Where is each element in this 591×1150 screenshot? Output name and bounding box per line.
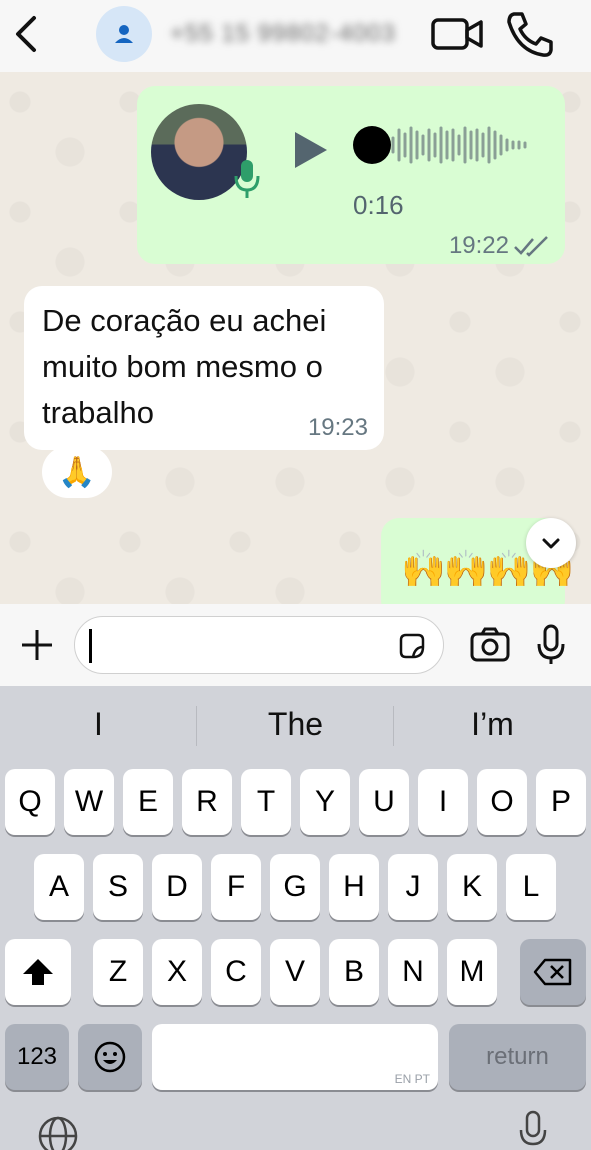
microphone-icon bbox=[234, 160, 260, 198]
key-f[interactable]: F bbox=[211, 854, 261, 920]
key-n[interactable]: N bbox=[388, 939, 438, 1005]
key-j[interactable]: J bbox=[388, 854, 438, 920]
audio-seek-handle[interactable] bbox=[353, 126, 391, 164]
key-d[interactable]: D bbox=[152, 854, 202, 920]
globe-icon[interactable] bbox=[36, 1114, 80, 1150]
shift-key[interactable] bbox=[5, 939, 71, 1005]
emoji-face-icon bbox=[94, 1041, 126, 1073]
key-q[interactable]: Q bbox=[5, 769, 55, 835]
key-u[interactable]: U bbox=[359, 769, 409, 835]
message-time: 19:23 bbox=[307, 414, 368, 441]
profile-person-icon bbox=[115, 25, 133, 43]
chat-header: +55 15 99802-4003 bbox=[0, 0, 591, 72]
key-k[interactable]: K bbox=[447, 854, 497, 920]
audio-waveform[interactable] bbox=[387, 122, 537, 168]
double-check-icon bbox=[514, 236, 548, 257]
play-icon[interactable] bbox=[291, 128, 331, 172]
suggestion-3[interactable]: I’m bbox=[394, 706, 591, 743]
key-r[interactable]: R bbox=[182, 769, 232, 835]
key-w[interactable]: W bbox=[64, 769, 114, 835]
key-m[interactable]: M bbox=[447, 939, 497, 1005]
backspace-key[interactable] bbox=[520, 939, 586, 1005]
contact-avatar[interactable] bbox=[96, 6, 152, 62]
incoming-text-message[interactable]: De coração eu achei muito bom mesmo o tr… bbox=[24, 286, 384, 450]
key-l[interactable]: L bbox=[506, 854, 556, 920]
message-time: 19:22 bbox=[448, 232, 509, 259]
chat-area[interactable]: 0:16 19:22 De coração eu achei muito bom… bbox=[0, 72, 591, 604]
audio-duration: 0:16 bbox=[353, 190, 404, 220]
key-b[interactable]: B bbox=[329, 939, 379, 1005]
dictation-microphone-icon[interactable] bbox=[518, 1110, 548, 1150]
shift-arrow-icon bbox=[23, 959, 53, 985]
key-s[interactable]: S bbox=[93, 854, 143, 920]
key-e[interactable]: E bbox=[123, 769, 173, 835]
key-g[interactable]: G bbox=[270, 854, 320, 920]
key-a[interactable]: A bbox=[34, 854, 84, 920]
text-caret bbox=[89, 629, 92, 663]
contact-name[interactable]: +55 15 99802-4003 bbox=[170, 20, 396, 48]
plus-icon[interactable] bbox=[18, 626, 56, 664]
sticker-icon[interactable] bbox=[397, 631, 427, 661]
emoji-key[interactable] bbox=[78, 1024, 142, 1090]
key-i[interactable]: I bbox=[418, 769, 468, 835]
return-key[interactable]: return bbox=[449, 1024, 586, 1090]
microphone-icon[interactable] bbox=[536, 624, 566, 666]
suggestion-2[interactable]: The bbox=[197, 706, 394, 743]
key-o[interactable]: O bbox=[477, 769, 527, 835]
message-input[interactable] bbox=[74, 616, 444, 674]
on-screen-keyboard: I The I’m Q W E R T Y U I O P A S D F G … bbox=[0, 686, 591, 1150]
camera-icon[interactable] bbox=[470, 626, 510, 662]
key-z[interactable]: Z bbox=[93, 939, 143, 1005]
key-h[interactable]: H bbox=[329, 854, 379, 920]
phone-call-icon[interactable] bbox=[504, 10, 556, 58]
predictive-bar: I The I’m bbox=[0, 686, 591, 766]
message-reaction[interactable]: 🙏 bbox=[42, 446, 112, 498]
keyboard-language-label: EN PT bbox=[394, 1072, 430, 1086]
numbers-key[interactable]: 123 bbox=[5, 1024, 69, 1090]
video-call-icon[interactable] bbox=[430, 12, 484, 56]
key-v[interactable]: V bbox=[270, 939, 320, 1005]
back-chevron-icon[interactable] bbox=[10, 12, 44, 56]
space-key[interactable]: EN PT bbox=[152, 1024, 438, 1090]
chevron-down-icon bbox=[542, 538, 560, 549]
key-x[interactable]: X bbox=[152, 939, 202, 1005]
outgoing-voice-message[interactable]: 0:16 19:22 bbox=[137, 86, 565, 264]
key-p[interactable]: P bbox=[536, 769, 586, 835]
backspace-icon bbox=[533, 958, 572, 986]
key-c[interactable]: C bbox=[211, 939, 261, 1005]
key-y[interactable]: Y bbox=[300, 769, 350, 835]
message-composer bbox=[0, 604, 591, 686]
scroll-to-bottom-button[interactable] bbox=[526, 518, 576, 568]
key-t[interactable]: T bbox=[241, 769, 291, 835]
suggestion-1[interactable]: I bbox=[0, 706, 197, 743]
